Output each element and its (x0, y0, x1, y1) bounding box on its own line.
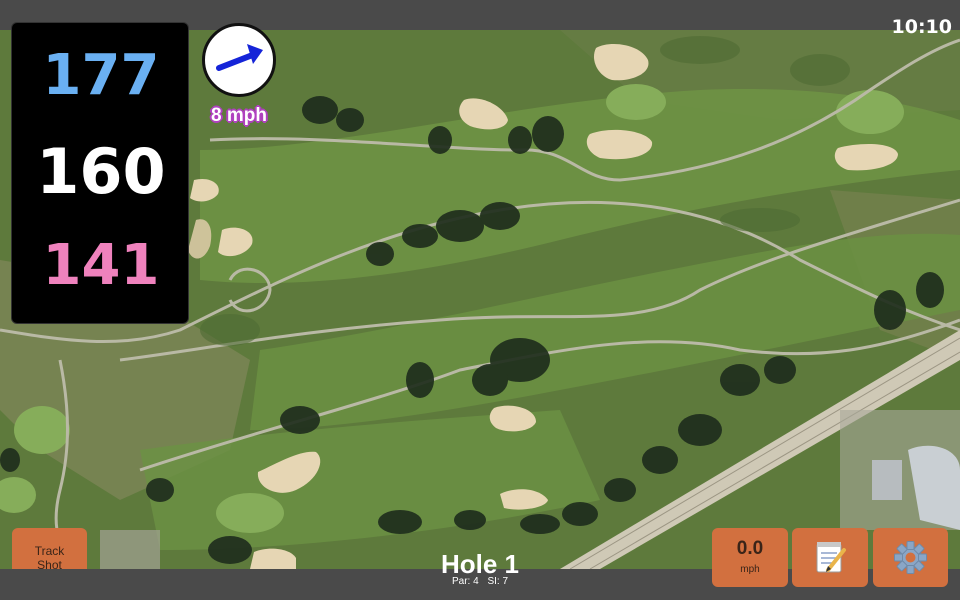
wind-indicator (202, 23, 276, 97)
hole-par: Par: 4 (451, 576, 479, 587)
hole-info: Par: 4 SI: 7 (420, 576, 540, 587)
speed-button[interactable]: 0.0 mph (712, 528, 788, 587)
notepad-icon (816, 542, 846, 573)
speed-unit: mph (740, 564, 760, 575)
distance-middle: 160 (36, 135, 166, 208)
settings-button[interactable] (873, 528, 948, 587)
notes-button[interactable] (792, 528, 868, 587)
speed-value: 0.0 (736, 538, 764, 559)
hole-stroke-index: SI: 7 (487, 576, 509, 587)
distance-panel: 177 160 141 (11, 22, 189, 324)
arrow-right-up-icon (216, 44, 263, 71)
distance-back: 177 (42, 43, 160, 108)
distance-front: 141 (42, 233, 160, 298)
wind-speed-label: 8 mph (211, 105, 267, 126)
clock-time: 10:10 (891, 16, 952, 38)
track-shot-label-line1: Track (34, 543, 65, 558)
gear-icon (894, 541, 927, 574)
